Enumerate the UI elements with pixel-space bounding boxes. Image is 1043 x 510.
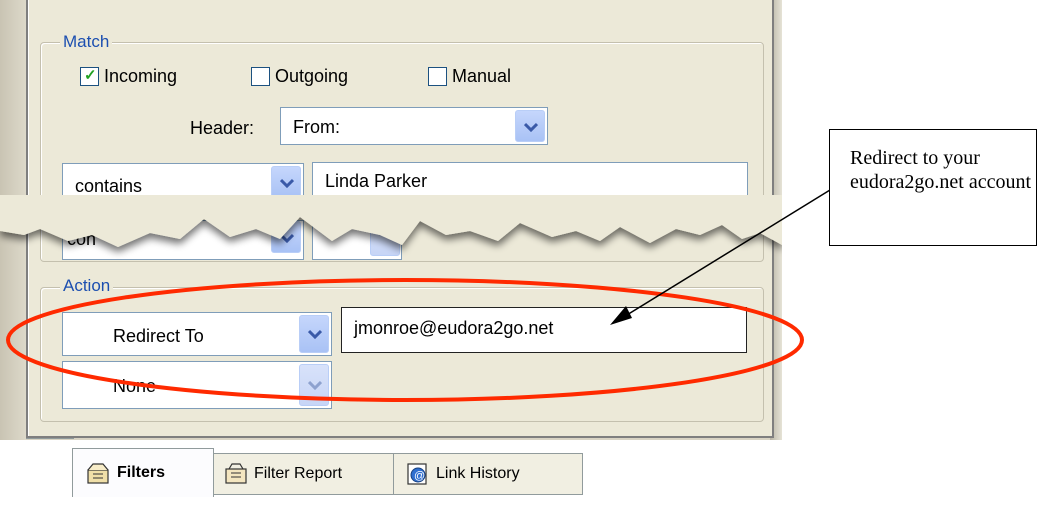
annotation-arrow <box>621 189 831 319</box>
arrow-head-icon <box>610 306 632 325</box>
annotation-callout: Redirect to your eudora2go.net account <box>829 129 1037 246</box>
annotation-text: Redirect to your eudora2go.net account <box>850 147 1032 193</box>
annotation-overlay <box>6 189 831 402</box>
highlight-ellipse <box>6 278 804 402</box>
